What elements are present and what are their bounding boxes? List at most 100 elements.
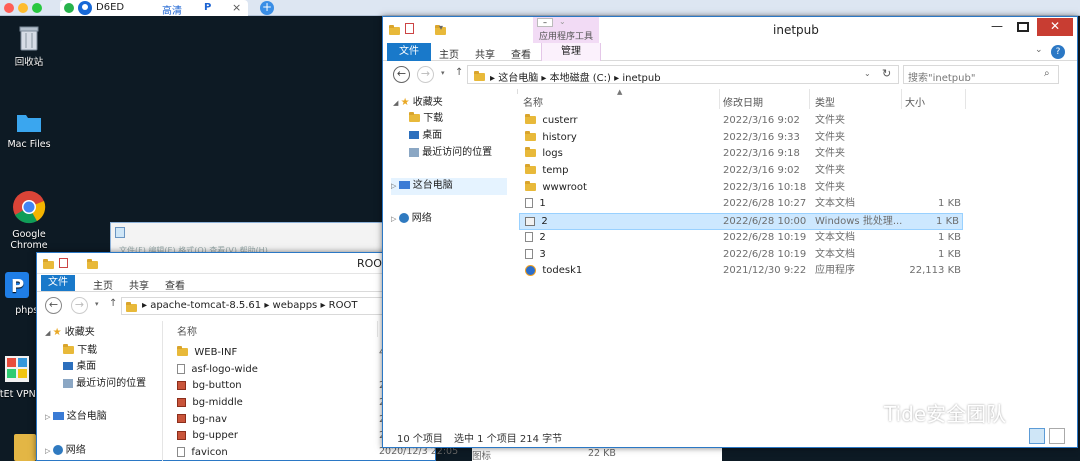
tab-home[interactable]: 主页 <box>93 277 113 292</box>
crumb-local-disk[interactable]: 本地磁盘 (C:) <box>550 73 611 84</box>
root-explorer-window[interactable]: ROOT 文件 主页 共享 查看 ← → ▾ ↑ ▸ apache-tomcat… <box>36 252 458 461</box>
size-cell: 1 KB <box>938 198 961 210</box>
back-button[interactable]: ← <box>45 297 62 314</box>
nav-network[interactable]: ▷ 网络 <box>391 211 432 228</box>
table-row[interactable]: logs 2022/3/16 9:18 文件夹 <box>521 146 963 163</box>
help-icon[interactable]: ? <box>1051 45 1065 59</box>
up-button[interactable]: ↑ <box>109 298 117 309</box>
crumb-root[interactable]: ROOT <box>329 300 358 311</box>
quality-label[interactable]: 高清 <box>162 2 182 17</box>
chevron-down-icon[interactable]: ⌄ <box>559 17 566 26</box>
properties-icon[interactable] <box>59 258 68 268</box>
table-row[interactable]: custerr 2022/3/16 9:02 文件夹 <box>521 113 963 130</box>
column-header-date[interactable]: 修改日期 <box>723 94 763 109</box>
nav-recent[interactable]: 最近访问的位置 <box>409 145 492 162</box>
crumb-this-pc[interactable]: 这台电脑 <box>498 73 538 84</box>
column-divider <box>719 89 720 109</box>
new-tab-button[interactable]: + <box>260 1 274 15</box>
table-row[interactable]: 2 2022/6/28 10:19 文本文档 1 KB <box>521 230 963 247</box>
maximize-window-icon[interactable] <box>32 3 42 13</box>
notepad-icon <box>115 227 125 238</box>
crumb-webapps[interactable]: webapps <box>273 300 318 311</box>
navigation-pane: ◢ ★ 收藏夹 下载 桌面 最近访问的位置 ▷ 这台电脑 ▷ 网络 <box>37 321 163 461</box>
list-item[interactable]: asf-logo-wide <box>177 362 377 379</box>
recent-dropdown-icon[interactable]: ▾ <box>441 69 445 77</box>
list-item[interactable]: bg-middle <box>177 395 377 412</box>
nav-downloads[interactable]: 下载 <box>409 111 443 128</box>
desktop-icon-recycle-bin[interactable]: 回收站 <box>0 24 64 68</box>
crumb-tomcat[interactable]: apache-tomcat-8.5.61 <box>150 300 261 311</box>
column-header-name[interactable]: 名称 <box>523 94 543 109</box>
up-button[interactable]: ↑ <box>455 67 463 78</box>
table-row-selected[interactable]: 2 2022/6/28 10:00 Windows 批处理... 1 KB <box>519 213 963 230</box>
search-icon[interactable]: ⌕ <box>1044 68 1050 79</box>
back-button[interactable]: ← <box>393 66 410 83</box>
inetpub-explorer-window[interactable]: ▾ – ⌄ 应用程序工具 inetpub — ✕ 文件 主页 共享 查看 管理 … <box>382 16 1078 448</box>
table-row[interactable]: todesk1 2021/12/30 9:22 应用程序 22,113 KB <box>521 263 963 280</box>
tab-view[interactable]: 查看 <box>165 277 185 292</box>
expand-ribbon-icon[interactable]: ⌄ <box>1035 45 1043 55</box>
column-header-name[interactable]: 名称 <box>177 323 197 338</box>
remote-session-tab[interactable]: D6ED 高清 P × <box>60 0 248 17</box>
table-row[interactable]: history 2022/3/16 9:33 文件夹 <box>521 130 963 147</box>
table-row[interactable]: 1 2022/6/28 10:27 文本文档 1 KB <box>521 196 963 213</box>
tab-view[interactable]: 查看 <box>511 46 531 61</box>
properties-icon[interactable] <box>405 23 414 34</box>
maximize-button[interactable] <box>1011 19 1035 35</box>
large-icons-view-button[interactable] <box>1049 428 1065 444</box>
nav-this-pc[interactable]: ▷ 这台电脑 <box>391 178 507 195</box>
column-header-type[interactable]: 类型 <box>815 94 835 109</box>
desktop-icon-mac-files[interactable]: Mac Files <box>0 110 64 150</box>
forward-button[interactable]: → <box>417 66 434 83</box>
folder-icon <box>126 302 137 312</box>
forward-button[interactable]: → <box>71 297 88 314</box>
tab-share[interactable]: 共享 <box>129 277 149 292</box>
nav-desktop[interactable]: 桌面 <box>409 128 442 145</box>
minimize-icon[interactable]: – <box>537 18 553 27</box>
nav-recent[interactable]: 最近访问的位置 <box>63 376 146 393</box>
nav-downloads[interactable]: 下载 <box>63 343 97 360</box>
list-item[interactable]: favicon <box>177 445 377 461</box>
favicon-type: 图标 <box>472 451 492 461</box>
tab-file[interactable]: 文件 <box>387 43 431 61</box>
address-row: ← → ▾ ↑ ▸ 这台电脑 ▸ 本地磁盘 (C:) ▸ inetpub ⌄ ↻… <box>383 62 1077 88</box>
address-dropdown-icon[interactable]: ⌄ <box>864 69 871 78</box>
nav-desktop[interactable]: 桌面 <box>63 359 96 376</box>
desktop-folder-icon[interactable] <box>14 434 36 461</box>
nav-favorites[interactable]: ◢ ★ 收藏夹 <box>45 325 95 342</box>
list-item[interactable]: WEB-INF <box>177 345 377 362</box>
tab-manage[interactable]: 管理 <box>541 43 601 61</box>
details-view-button[interactable] <box>1029 428 1045 444</box>
close-tab-icon[interactable]: × <box>232 1 241 14</box>
minimize-window-icon[interactable] <box>18 3 28 13</box>
close-window-icon[interactable] <box>4 3 14 13</box>
desktop-icon-chrome[interactable]: Google Chrome <box>0 190 64 251</box>
close-button[interactable]: ✕ <box>1037 18 1073 36</box>
column-header-size[interactable]: 大小 <box>905 94 925 109</box>
tab-share[interactable]: 共享 <box>475 46 495 61</box>
list-item[interactable]: bg-button <box>177 378 377 395</box>
quick-access-dropdown-icon[interactable]: ▾ <box>439 23 443 32</box>
tab-home[interactable]: 主页 <box>439 46 459 61</box>
nav-network[interactable]: ▷ 网络 <box>45 443 86 460</box>
recent-dropdown-icon[interactable]: ▾ <box>95 300 99 308</box>
date-cell: 2022/6/28 10:00 <box>723 216 807 228</box>
list-item[interactable]: bg-nav <box>177 412 377 429</box>
crumb-inetpub[interactable]: inetpub <box>622 73 660 84</box>
image-file-icon <box>177 430 186 440</box>
breadcrumb[interactable]: ▸ 这台电脑 ▸ 本地磁盘 (C:) ▸ inetpub ⌄ ↻ <box>467 65 899 84</box>
p-label[interactable]: P <box>204 2 211 13</box>
minimize-button[interactable]: — <box>985 19 1009 35</box>
table-row[interactable]: 3 2022/6/28 10:19 文本文档 1 KB <box>521 247 963 264</box>
table-row[interactable]: wwwroot 2022/3/16 10:18 文件夹 <box>521 180 963 197</box>
nav-favorites[interactable]: ◢ ★ 收藏夹 <box>393 95 443 112</box>
nav-this-pc[interactable]: ▷ 这台电脑 <box>45 409 107 426</box>
refresh-icon[interactable]: ↻ <box>882 67 891 80</box>
list-item[interactable]: bg-upper <box>177 428 377 445</box>
file-list: custerr 2022/3/16 9:02 文件夹 history 2022/… <box>519 113 963 280</box>
tab-file[interactable]: 文件 <box>41 275 75 291</box>
table-row[interactable]: temp 2022/3/16 9:02 文件夹 <box>521 163 963 180</box>
search-input[interactable]: 搜索"inetpub" ⌕ <box>903 65 1059 84</box>
computer-icon <box>398 181 410 189</box>
new-folder-icon[interactable] <box>87 259 99 269</box>
